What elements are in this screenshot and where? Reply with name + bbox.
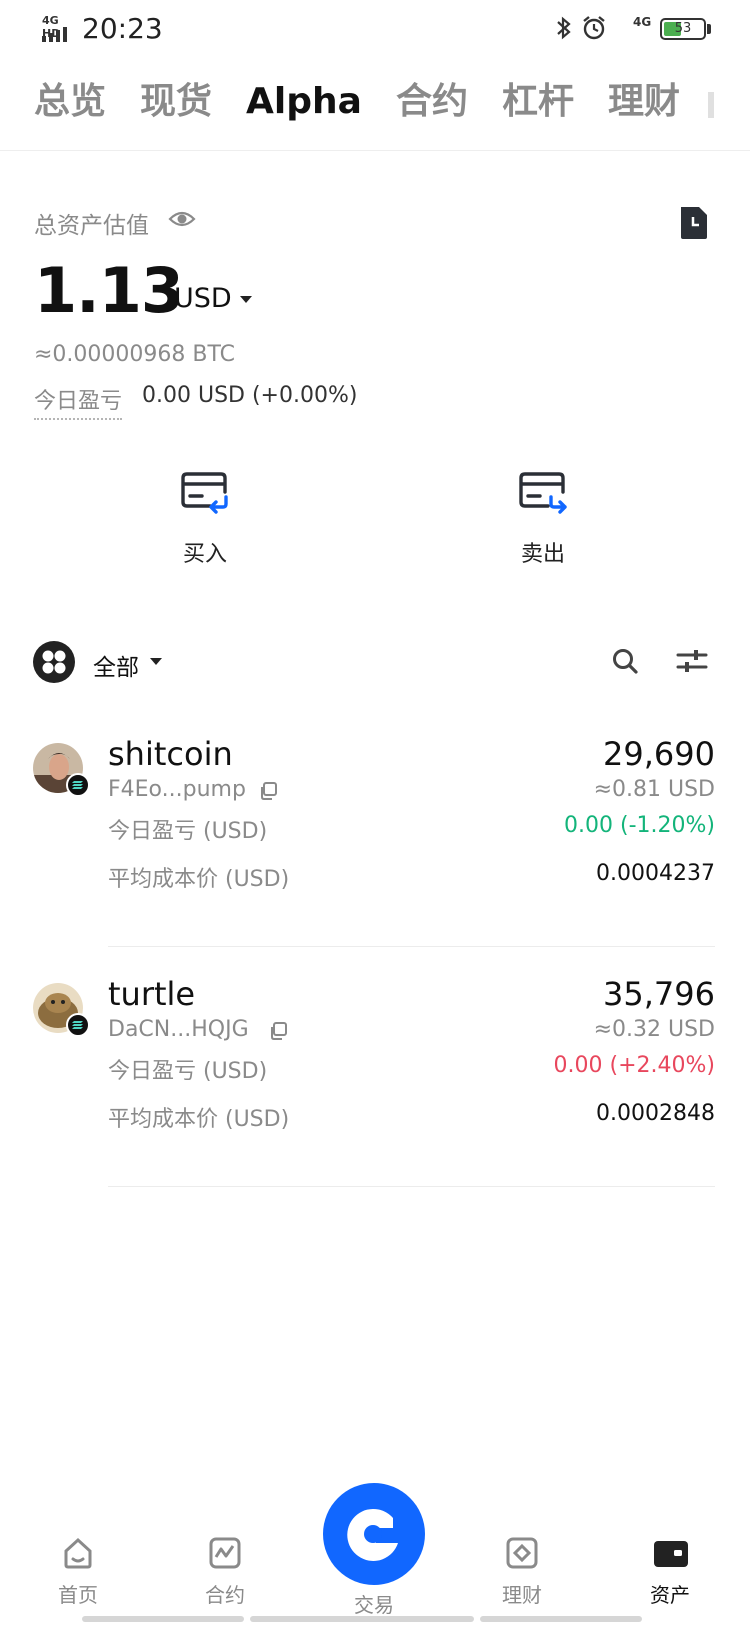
tab-futures[interactable]: 合约 (396, 78, 468, 126)
buy-label: 买入 (182, 542, 227, 567)
asset-pnl-label: 今日盈亏 (USD) (108, 1059, 268, 1084)
currency-selector[interactable]: USD (174, 283, 232, 314)
asset-quantity: 29,690 (603, 735, 715, 773)
row-divider (108, 1186, 715, 1187)
solana-chain-icon (66, 773, 90, 797)
btc-equivalent: ≈0.00000968 BTC (34, 342, 235, 367)
battery-level: 53 (674, 21, 692, 36)
home-indicator (82, 1616, 244, 1622)
network-4g-label: 4G (633, 15, 652, 29)
asset-address: DaCN...HQJG (108, 1017, 249, 1042)
asset-pnl-label: 今日盈亏 (USD) (108, 819, 268, 844)
total-amount: 1.13 (34, 254, 184, 327)
trade-logo-icon (347, 1508, 398, 1561)
row-divider (108, 946, 715, 947)
asset-usd-value: ≈0.32 USD (593, 1017, 715, 1042)
all-assets-icon[interactable] (33, 641, 75, 683)
status-bar: 4G HD 20:23 4G 53 (0, 0, 750, 58)
today-pnl-value: 0.00 USD (+0.00%) (142, 383, 358, 408)
nav-trade-label: 交易 (354, 1593, 394, 1617)
wallet-icon (654, 1541, 688, 1567)
tab-divider (0, 150, 750, 151)
alarm-icon (583, 16, 605, 40)
nav-earn-label: 理财 (502, 1583, 542, 1607)
tab-earn[interactable]: 理财 (608, 78, 680, 126)
bluetooth-icon (557, 16, 571, 40)
search-icon[interactable] (611, 647, 639, 675)
buy-card-icon (181, 472, 228, 514)
asset-quantity: 35,796 (603, 975, 715, 1013)
nav-earn[interactable]: 理财 (472, 1535, 572, 1608)
copy-icon[interactable] (258, 781, 278, 801)
sell-card-icon (519, 472, 567, 514)
total-assets-label: 总资产估值 (34, 213, 149, 239)
tab-spot[interactable]: 现货 (140, 78, 212, 126)
sell-label: 卖出 (520, 542, 565, 567)
nav-futures-label: 合约 (205, 1583, 245, 1607)
asset-avg-cost-label: 平均成本价 (USD) (108, 1107, 290, 1132)
filter-settings-icon[interactable] (676, 648, 708, 674)
battery-icon: 53 (660, 18, 706, 40)
nav-assets-label: 资产 (650, 1583, 690, 1607)
nav-home[interactable]: 首页 (28, 1535, 128, 1608)
asset-name: shitcoin (108, 735, 233, 773)
home-indicator (480, 1616, 642, 1622)
filter-all-dropdown[interactable]: 全部 (93, 648, 139, 682)
asset-address: F4Eo...pump (108, 777, 246, 802)
asset-row[interactable]: shitcoin F4Eo...pump 29,690 ≈0.81 USD 今日… (0, 735, 750, 983)
currency-dropdown-icon[interactable] (240, 296, 252, 303)
asset-avg-cost-label: 平均成本价 (USD) (108, 867, 290, 892)
trade-button[interactable] (323, 1483, 425, 1585)
nav-assets[interactable]: 资产 (620, 1535, 720, 1608)
asset-pnl-value: 0.00 (+2.40%) (553, 1053, 715, 1078)
solana-chain-icon (66, 1013, 90, 1037)
today-pnl-label[interactable]: 今日盈亏 (34, 383, 123, 420)
asset-avg-cost: 0.0004237 (596, 861, 715, 886)
tab-overflow-hint (708, 92, 714, 118)
tab-margin[interactable]: 杠杆 (502, 78, 574, 126)
history-report-icon[interactable] (678, 206, 710, 240)
asset-pnl-value: 0.00 (-1.20%) (564, 813, 715, 838)
tab-alpha[interactable]: Alpha (246, 78, 362, 126)
futures-chart-icon (209, 1537, 241, 1569)
nav-home-label: 首页 (58, 1583, 98, 1607)
eye-icon[interactable] (168, 209, 196, 229)
home-icon (64, 1537, 92, 1569)
earn-icon (506, 1537, 538, 1569)
home-indicator (250, 1616, 474, 1622)
asset-avg-cost: 0.0002848 (596, 1101, 715, 1126)
copy-icon[interactable] (268, 1021, 288, 1041)
asset-row[interactable]: turtle DaCN...HQJG 35,796 ≈0.32 USD 今日盈亏… (0, 975, 750, 1223)
battery-tip (707, 24, 711, 34)
signal-icon: 4G HD (42, 14, 74, 42)
asset-usd-value: ≈0.81 USD (593, 777, 715, 802)
tab-overview[interactable]: 总览 (34, 78, 106, 126)
filter-dropdown-icon[interactable] (150, 658, 162, 665)
nav-futures[interactable]: 合约 (175, 1535, 275, 1608)
status-time: 20:23 (82, 12, 163, 45)
top-tabs: 总览 现货 Alpha 合约 杠杆 理财 (34, 78, 680, 126)
asset-name: turtle (108, 975, 196, 1013)
